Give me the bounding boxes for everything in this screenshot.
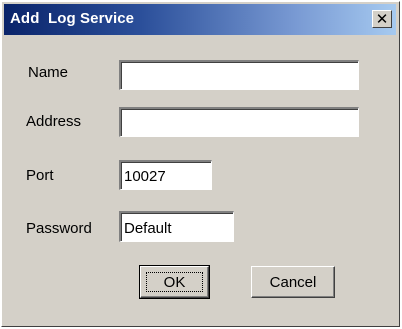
name-label: Name <box>28 64 69 81</box>
add-log-service-dialog: Add Log Service ✕ Name Address Port Pass… <box>1 1 400 327</box>
port-label: Port <box>26 167 54 184</box>
password-field[interactable] <box>119 211 234 242</box>
close-icon: ✕ <box>375 9 389 28</box>
address-label: Address <box>26 113 82 130</box>
close-button[interactable]: ✕ <box>372 10 392 28</box>
address-field[interactable] <box>119 107 359 137</box>
cancel-button[interactable]: Cancel <box>251 266 335 298</box>
dialog-title: Add Log Service <box>10 10 135 27</box>
title-bar[interactable]: Add Log Service ✕ <box>4 4 396 35</box>
name-field[interactable] <box>119 60 359 90</box>
cancel-button-label: Cancel <box>269 273 317 291</box>
ok-button[interactable]: OK <box>139 265 210 299</box>
focus-indicator <box>146 272 203 292</box>
port-field[interactable] <box>119 160 212 190</box>
password-label: Password <box>26 220 92 237</box>
